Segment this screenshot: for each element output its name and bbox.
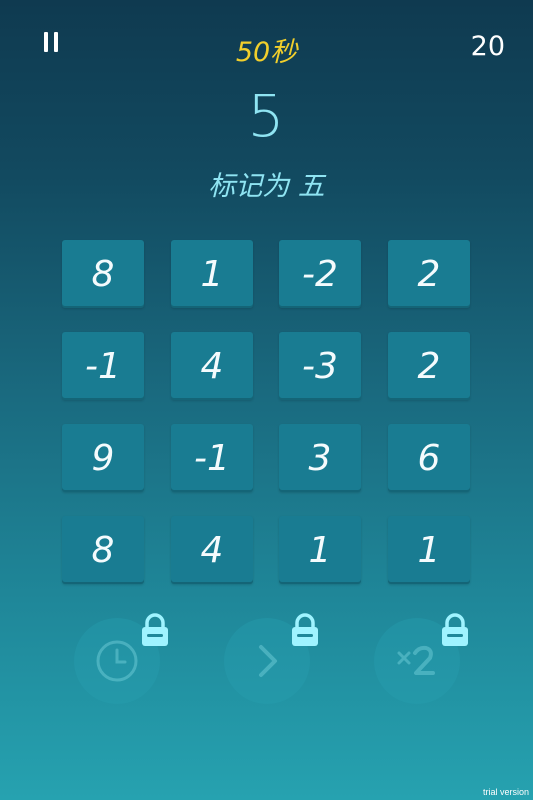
trial-watermark: trial version <box>482 787 529 797</box>
countdown-timer: 50秒 <box>235 37 298 68</box>
lock-icon <box>142 613 168 646</box>
grid-tile[interactable]: -1 <box>62 332 144 400</box>
powerup-bar <box>0 600 533 710</box>
grid-tile[interactable]: 4 <box>171 516 253 584</box>
score-display: 20 <box>470 31 505 62</box>
lock-icon <box>442 613 468 646</box>
instruction-text: 标记为 五 <box>208 171 325 202</box>
grid-tile[interactable]: 1 <box>171 240 253 308</box>
lock-icon <box>292 613 318 646</box>
grid-tile[interactable]: 8 <box>62 516 144 584</box>
grid-tile[interactable]: 2 <box>388 240 470 308</box>
grid-tile[interactable]: -2 <box>279 240 361 308</box>
grid-tile[interactable]: 6 <box>388 424 470 492</box>
multiply-2-icon <box>397 645 435 675</box>
grid-tile[interactable]: -1 <box>171 424 253 492</box>
clock-icon <box>96 640 138 682</box>
grid-tile[interactable]: 3 <box>279 424 361 492</box>
grid-tile[interactable]: -3 <box>279 332 361 400</box>
grid-tile[interactable]: 8 <box>62 240 144 308</box>
target-number: 5 <box>247 82 286 150</box>
top-bar: 50秒 20 <box>0 0 533 90</box>
grid-tile[interactable]: 1 <box>388 516 470 584</box>
grid-tile[interactable]: 4 <box>171 332 253 400</box>
skip-arrow-icon <box>259 645 277 677</box>
grid-tile[interactable]: 2 <box>388 332 470 400</box>
grid-tile[interactable]: 1 <box>279 516 361 584</box>
grid-tile[interactable]: 9 <box>62 424 144 492</box>
number-grid: 8 1 -2 2 -1 4 -3 2 9 -1 3 6 8 4 1 1 <box>62 240 470 584</box>
